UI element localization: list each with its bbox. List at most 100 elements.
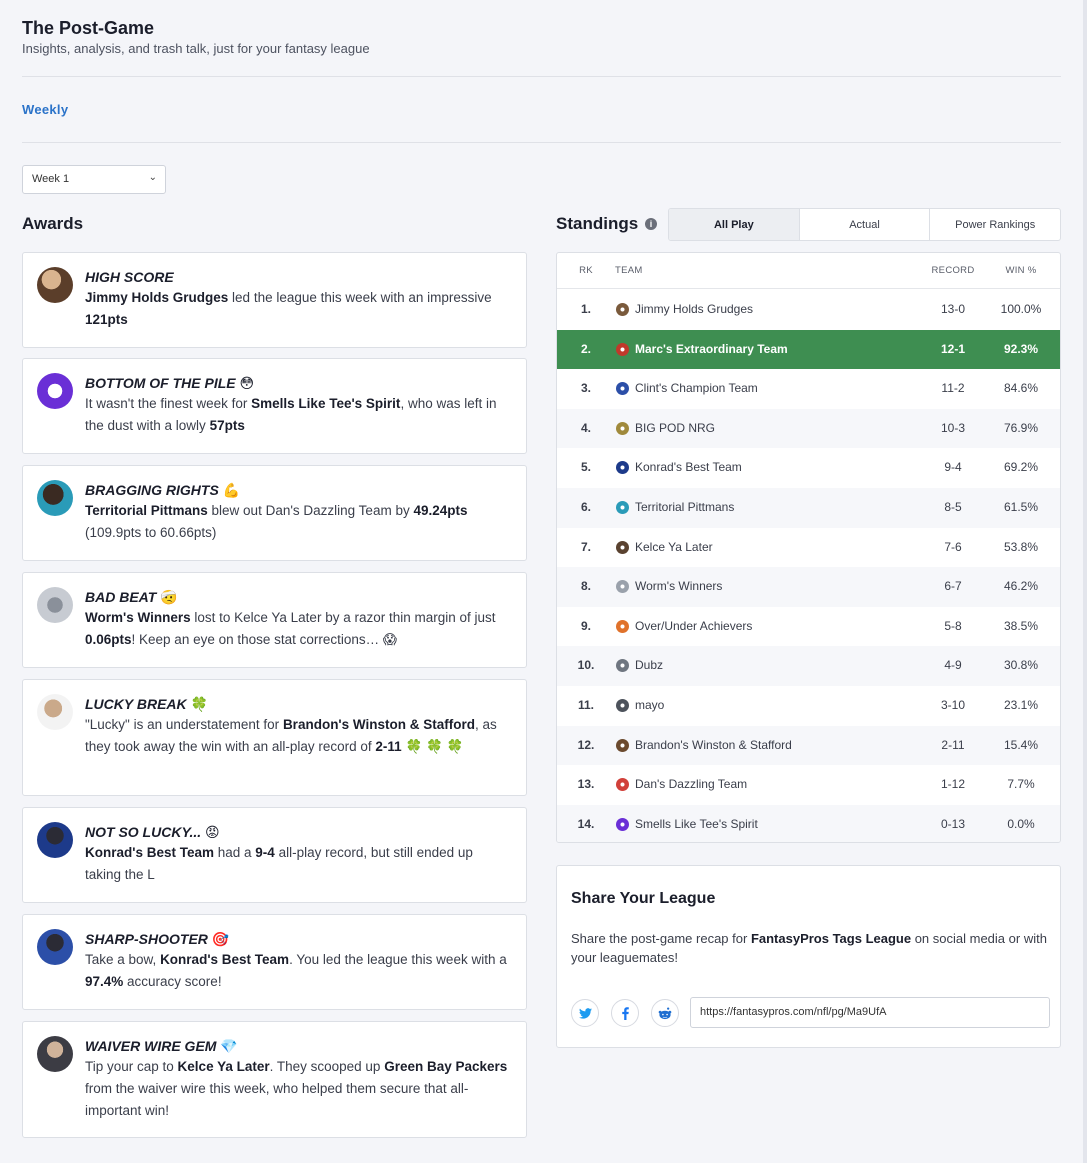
chevron-down-icon: ⌄ [148,172,157,183]
award-highlight: 0.06pts [85,632,132,647]
table-row[interactable]: 9. Over/Under Achievers 5-8 38.5% [557,607,1060,647]
award-text: had a [214,845,256,860]
award-title-text: NOT SO LUCKY... [85,824,202,840]
rank-cell: 12. [577,737,595,752]
tab-power-rankings[interactable]: Power Rankings [929,209,1060,240]
award-highlight: Jimmy Holds Grudges [85,290,229,305]
col-win-header: WIN % [1005,265,1037,276]
team-name-cell: Smells Like Tee's Spirit [635,816,758,831]
table-row[interactable]: 3. Clint's Champion Team 11-2 84.6% [557,369,1060,409]
award-title: BAD BEAT 🤕 [85,587,512,607]
win-pct-cell: 46.2% [1003,579,1039,594]
award-emoji: 💪 [218,482,241,498]
table-row[interactable]: 2. Marc's Extraordinary Team 12-1 92.3% [557,329,1060,370]
award-highlight: Konrad's Best Team [85,845,214,860]
table-row[interactable]: 14. Smells Like Tee's Spirit 0-13 0.0% [557,804,1060,842]
table-row[interactable]: 8. Worm's Winners 6-7 46.2% [557,567,1060,607]
reddit-share-button[interactable] [651,999,679,1027]
record-cell: 2-11 [941,737,965,752]
award-text: It wasn't the finest week for [85,396,252,411]
table-row[interactable]: 4. BIG POD NRG 10-3 76.9% [557,408,1060,449]
award-card: NOT SO LUCKY... 😡 Konrad's Best Team had … [22,807,527,903]
award-highlight: Green Bay Packers [384,1059,508,1074]
avatar [37,929,73,965]
award-emoji: 😡 [201,824,220,840]
tab-all-play[interactable]: All Play [669,209,799,240]
award-body: BRAGGING RIGHTS 💪 Territorial Pittmans bl… [85,480,512,544]
win-pct-cell: 69.2% [1003,460,1039,475]
award-body: NOT SO LUCKY... 😡 Konrad's Best Team had … [85,822,512,886]
record-cell: 3-10 [940,698,966,712]
twitter-icon [578,1007,592,1019]
table-row[interactable]: 12. Brandon's Winston & Stafford 2-11 15.4% [557,725,1060,766]
team-name-cell: BIG POD NRG [635,420,716,435]
record-cell: 8-5 [944,500,962,514]
record-cell: 0-13 [940,816,966,831]
team-logo-icon [616,659,629,673]
avatar [37,480,73,516]
team-name-cell: Clint's Champion Team [635,381,758,396]
table-row[interactable]: 1. Jimmy Holds Grudges 13-0 100.0% [557,290,1060,330]
award-title-text: BOTTOM OF THE PILE [85,375,236,391]
award-text: lost to Kelce Ya Later by a razor thin m… [190,610,496,625]
tab-actual[interactable]: Actual [798,209,930,240]
table-row[interactable]: 10. Dubz 4-9 30.8% [557,646,1060,686]
award-highlight: Worm's Winners [85,610,191,625]
info-icon[interactable]: i [645,218,657,230]
table-row[interactable]: 11. mayo 3-10 23.1% [557,686,1060,726]
award-description: Take a bow, Konrad's Best Team. You led … [85,949,512,993]
record-cell: 12-1 [940,341,966,356]
table-row[interactable]: 6. Territorial Pittmans 8-5 61.5% [557,488,1060,528]
award-highlight: 2-11 [375,739,402,754]
table-header: RK TEAM RECORD WIN % [557,253,1060,289]
team-name-cell: Territorial Pittmans [635,500,735,514]
team-name-cell: Worm's Winners [635,579,723,594]
share-url-field[interactable]: https://fantasypros.com/nfl/pg/Ma9UfA [690,997,1050,1028]
col-rank-header: RK [579,265,593,276]
table-row[interactable]: 7. Kelce Ya Later 7-6 53.8% [557,528,1060,568]
table-row[interactable]: 13. Dan's Dazzling Team 1-12 7.7% [557,765,1060,805]
share-card: Share Your League Share the post-game re… [556,865,1061,1048]
award-title: SHARP-SHOOTER 🎯 [85,929,512,949]
team-name-cell: Kelce Ya Later [635,539,713,554]
award-description: Jimmy Holds Grudges led the league this … [85,287,512,331]
rank-cell: 2. [580,341,591,356]
team-logo-icon [616,303,629,316]
award-title-text: BAD BEAT [85,589,157,605]
scrollbar[interactable] [1083,0,1087,1163]
record-cell: 6-7 [944,579,962,594]
share-text: Share the post-game recap for FantasyPro… [571,929,1051,967]
award-highlight: 9-4 [255,845,275,860]
twitter-share-button[interactable] [571,999,599,1027]
award-title: LUCKY BREAK 🍀 [85,694,512,714]
divider [22,76,1061,77]
record-cell: 1-12 [940,777,966,792]
standings-table: RK TEAM RECORD WIN % 1. Jimmy Holds Grudg… [556,252,1061,843]
rank-cell: 10. [577,658,595,673]
award-text: Take a bow, [85,952,161,967]
table-row[interactable]: 5. Konrad's Best Team 9-4 69.2% [557,448,1060,488]
win-pct-cell: 61.5% [1003,500,1039,514]
award-body: WAIVER WIRE GEM 💎 Tip your cap to Kelce Y… [85,1036,512,1122]
win-pct-cell: 76.9% [1003,420,1039,435]
win-pct-cell: 0.0% [1007,816,1035,831]
award-text: Tip your cap to [85,1059,178,1074]
award-description: Tip your cap to Kelce Ya Later. They sco… [85,1056,512,1122]
team-name-cell: Konrad's Best Team [635,460,742,475]
award-body: BAD BEAT 🤕 Worm's Winners lost to Kelce Y… [85,587,512,651]
award-title: BOTTOM OF THE PILE 😳 [85,373,512,393]
award-text: from the waiver wire this week, who help… [85,1081,469,1118]
facebook-share-button[interactable] [611,999,639,1027]
team-logo-icon [616,501,629,514]
tab-weekly[interactable]: Weekly [22,102,68,117]
win-pct-cell: 38.5% [1003,618,1039,633]
award-text: blew out Dan's Dazzling Team by [207,503,414,518]
week-select-value: Week 1 [32,173,70,185]
avatar [37,822,73,858]
rank-cell: 7. [580,539,591,554]
page-title: The Post-Game [22,18,155,38]
win-pct-cell: 7.7% [1007,777,1035,792]
facebook-icon [621,1006,629,1020]
week-select[interactable]: Week 1 ⌄ [22,165,166,194]
award-card: HIGH SCORE Jimmy Holds Grudges led the le… [22,252,527,348]
